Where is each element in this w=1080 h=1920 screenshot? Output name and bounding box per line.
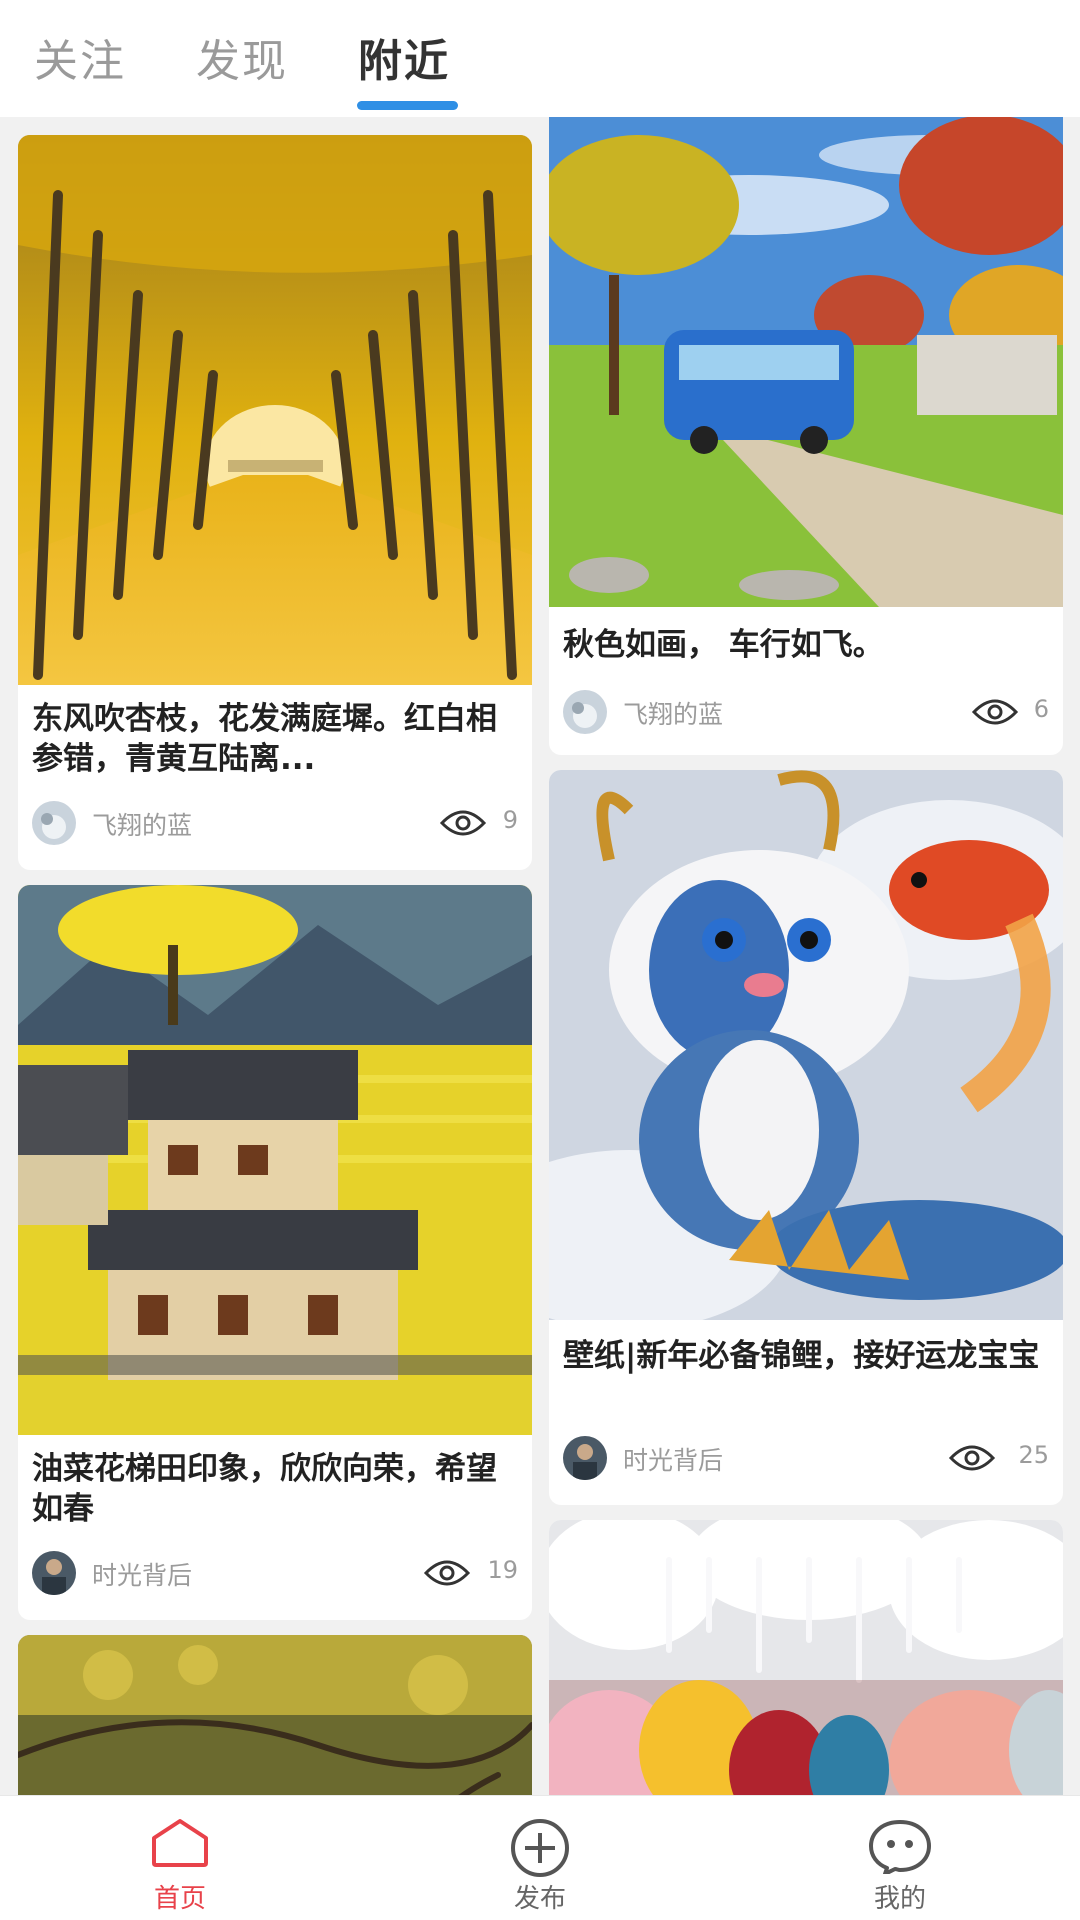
view-count: 19 [487, 1556, 518, 1584]
tab-discover[interactable]: 发现 [196, 32, 288, 92]
card-image [18, 885, 532, 1435]
card-meta: 时光背后 25 [563, 1436, 1049, 1480]
view-count: 25 [1018, 1441, 1049, 1469]
feed-card[interactable] [549, 1520, 1063, 1795]
nav-home-label: 首页 [153, 1884, 206, 1914]
top-tab-bar: 关注 发现 附近 [0, 0, 1080, 117]
feed-card[interactable]: 壁纸|新年必备锦鲤，接好运龙宝宝 时光背后 25 [549, 770, 1063, 1505]
nav-publish[interactable]: 发布 [460, 1796, 620, 1920]
home-icon [152, 1819, 208, 1867]
author-name[interactable]: 时光背后 [92, 1556, 192, 1592]
face-icon [869, 1820, 931, 1874]
nav-home[interactable]: 首页 [100, 1796, 260, 1920]
author-avatar[interactable] [563, 690, 607, 734]
feed-card[interactable]: 油菜花梯田印象，欣欣向荣，希望如春 时光背后 19 [18, 885, 532, 1620]
nav-publish-label: 发布 [513, 1884, 566, 1914]
author-avatar[interactable] [32, 801, 76, 845]
bottom-nav: 首页 发布 我的 [0, 1795, 1080, 1920]
card-meta: 时光背后 19 [32, 1551, 518, 1595]
feed-card[interactable]: 东风吹杏枝，花发满庭墀。红白相参错，青黄互陆离... 飞翔的蓝 9 [18, 135, 532, 870]
eye-icon [972, 699, 1018, 725]
view-count: 9 [502, 806, 518, 834]
card-image [549, 1520, 1063, 1795]
card-image [18, 1635, 532, 1795]
card-image [18, 135, 532, 685]
card-title: 壁纸|新年必备锦鲤，接好运龙宝宝 [563, 1338, 1040, 1374]
feed-card[interactable]: 秋色如画， 车行如飞。 飞翔的蓝 6 [549, 117, 1063, 755]
plus-circle-icon [511, 1819, 569, 1877]
eye-icon [424, 1560, 470, 1586]
tab-nearby[interactable]: 附近 [358, 32, 450, 92]
eye-icon [949, 1445, 995, 1471]
active-tab-indicator [357, 101, 458, 110]
author-avatar[interactable] [32, 1551, 76, 1595]
author-name[interactable]: 时光背后 [623, 1441, 723, 1477]
author-avatar[interactable] [563, 1436, 607, 1480]
view-count: 6 [1033, 695, 1049, 723]
card-title: 东风吹杏枝，花发满庭墀。红白相参错，青黄互陆离... [32, 701, 497, 777]
card-meta: 飞翔的蓝 6 [563, 690, 1049, 734]
author-name[interactable]: 飞翔的蓝 [92, 806, 192, 842]
card-title: 油菜花梯田印象，欣欣向荣，希望如春 [32, 1451, 497, 1527]
card-meta: 飞翔的蓝 9 [32, 801, 518, 845]
eye-icon [440, 810, 486, 836]
card-image [549, 770, 1063, 1320]
author-name[interactable]: 飞翔的蓝 [623, 695, 723, 731]
tab-follow[interactable]: 关注 [34, 32, 126, 92]
card-title: 秋色如画， 车行如飞。 [563, 627, 884, 663]
feed-grid[interactable]: 东风吹杏枝，花发满庭墀。红白相参错，青黄互陆离... 飞翔的蓝 9 油菜花梯田印… [0, 117, 1080, 1795]
nav-profile[interactable]: 我的 [820, 1796, 980, 1920]
card-image [549, 117, 1063, 607]
feed-card[interactable] [18, 1635, 532, 1795]
nav-profile-label: 我的 [873, 1884, 926, 1914]
